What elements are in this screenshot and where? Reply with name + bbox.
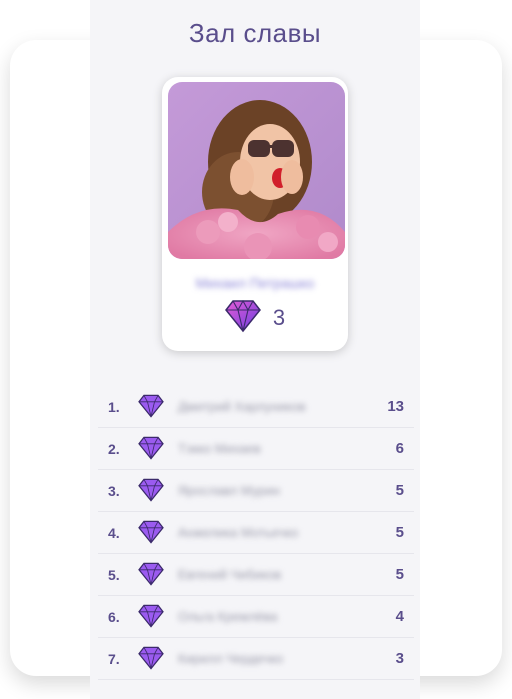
- diamond-icon: [138, 394, 164, 420]
- player-score: 5: [395, 524, 404, 541]
- leaderboard-list: 1. Дмитрий Харлуников 13 2. Тэккo Михаев…: [98, 386, 414, 680]
- rank: 3.: [108, 482, 120, 499]
- diamond-icon: [138, 478, 164, 504]
- leaderboard-row[interactable]: 5. Евгений Чибиков 5: [98, 554, 414, 596]
- winner-name: Михаил Петрашко: [195, 275, 315, 291]
- player-score: 3: [395, 650, 404, 667]
- diamond-icon: [138, 646, 164, 672]
- diamond-icon: [138, 520, 164, 546]
- rank: 6.: [108, 608, 120, 625]
- diamond-icon: [138, 436, 164, 462]
- rank: 5.: [108, 566, 120, 583]
- player-name: Евгений Чибиков: [178, 567, 282, 582]
- leaderboard-row[interactable]: 1. Дмитрий Харлуников 13: [98, 386, 414, 428]
- player-name: Анжелика Мотьечко: [178, 525, 299, 540]
- rank: 2.: [108, 440, 120, 457]
- player-name: Тэккo Михаев: [178, 441, 261, 456]
- winner-score-value: 3: [272, 305, 286, 330]
- winner-score: 3: [162, 299, 348, 338]
- leaderboard-row[interactable]: 7. Кирилл Чердечко 3: [98, 638, 414, 680]
- diamond-icon: [138, 604, 164, 630]
- winner-photo: [168, 82, 345, 259]
- leaderboard-row[interactable]: 4. Анжелика Мотьечко 5: [98, 512, 414, 554]
- player-score: 5: [395, 482, 404, 499]
- leaderboard-row[interactable]: 2. Тэккo Михаев 6: [98, 428, 414, 470]
- player-score: 6: [395, 440, 404, 457]
- player-name: Дмитрий Харлуников: [178, 399, 306, 414]
- player-name: Ольга Кремлёва: [178, 609, 278, 624]
- page-title: Зал славы: [188, 18, 322, 48]
- player-name: Кирилл Чердечко: [178, 651, 284, 666]
- player-score: 5: [395, 566, 404, 583]
- winner-card[interactable]: Михаил Петрашко 3: [162, 77, 348, 351]
- player-score: 13: [387, 398, 404, 415]
- player-score: 4: [395, 608, 404, 625]
- rank: 7.: [108, 650, 120, 667]
- diamond-icon: [224, 299, 261, 338]
- leaderboard-row[interactable]: 3. Ярославл Мурин 5: [98, 470, 414, 512]
- leaderboard-row[interactable]: 6. Ольга Кремлёва 4: [98, 596, 414, 638]
- player-name: Ярославл Мурин: [178, 483, 280, 498]
- rank: 1.: [108, 398, 120, 415]
- rank: 4.: [108, 524, 120, 541]
- diamond-icon: [138, 562, 164, 588]
